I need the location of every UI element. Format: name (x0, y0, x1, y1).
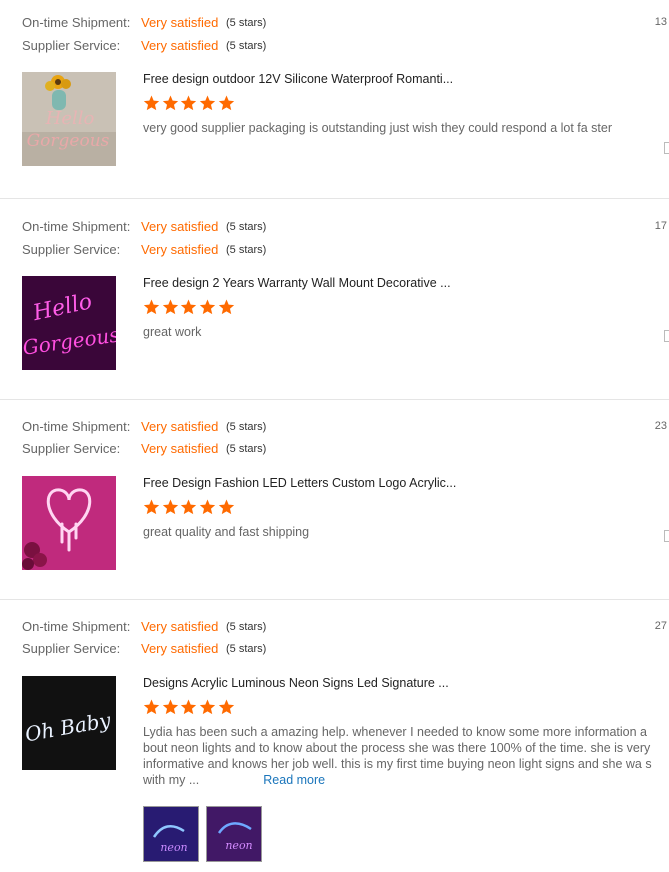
product-thumbnail[interactable] (22, 476, 116, 570)
star-icon (199, 499, 216, 515)
shipment-stars-text: (5 stars) (226, 221, 267, 233)
service-label: Supplier Service: (22, 641, 121, 656)
product-star-rating (143, 499, 236, 515)
product-title-link[interactable]: Free design 2 Years Warranty Wall Mount … (143, 276, 451, 290)
shipment-stars-text: (5 stars) (226, 421, 267, 433)
shipment-label: On-time Shipment: (22, 15, 131, 30)
read-more-link[interactable]: Read more (263, 773, 325, 787)
shipment-label: On-time Shipment: (22, 619, 131, 634)
star-icon (162, 499, 179, 515)
service-stars-text: (5 stars) (226, 40, 267, 52)
star-icon (162, 699, 179, 715)
service-label: Supplier Service: (22, 38, 121, 53)
product-thumbnail[interactable]: Hello Gorgeous (22, 276, 116, 370)
service-value: Very satisfied (141, 38, 219, 53)
shipment-value: Very satisfied (141, 419, 219, 434)
side-tab-icon[interactable] (664, 142, 669, 154)
star-icon (180, 95, 197, 111)
service-value: Very satisfied (141, 641, 219, 656)
svg-text:Hello: Hello (45, 108, 95, 129)
service-stars-text: (5 stars) (226, 443, 267, 455)
review-photo[interactable]: neon (206, 806, 262, 862)
review-date: 13 (654, 16, 667, 28)
product-star-rating (143, 95, 236, 111)
shipment-stars-text: (5 stars) (226, 621, 267, 633)
star-icon (162, 95, 179, 111)
service-label: Supplier Service: (22, 242, 121, 257)
service-stars-text: (5 stars) (226, 244, 267, 256)
product-star-rating (143, 699, 236, 715)
star-icon (162, 299, 179, 315)
review-text: great quality and fast shipping (143, 525, 310, 539)
star-icon (218, 95, 235, 111)
review-photo[interactable]: neon (143, 806, 199, 862)
star-icon (180, 499, 197, 515)
star-icon (199, 95, 216, 111)
star-icon (180, 699, 197, 715)
review-text: Lydia has been such a amazing help. when… (143, 724, 663, 788)
service-label: Supplier Service: (22, 441, 121, 456)
star-icon (143, 299, 160, 315)
review-text: great work (143, 325, 202, 339)
svg-text:neon: neon (160, 841, 187, 854)
star-icon (218, 299, 235, 315)
review-date: 17 (654, 220, 667, 232)
shipment-value: Very satisfied (141, 219, 219, 234)
review-text-content: Lydia has been such a amazing help. when… (143, 725, 652, 787)
product-thumbnail[interactable]: Hello Gorgeous (22, 72, 116, 166)
star-icon (218, 699, 235, 715)
star-icon (199, 699, 216, 715)
star-icon (143, 499, 160, 515)
shipment-label: On-time Shipment: (22, 419, 131, 434)
service-stars-text: (5 stars) (226, 643, 267, 655)
shipment-value: Very satisfied (141, 619, 219, 634)
divider (0, 198, 669, 199)
review-date: 27 (654, 620, 667, 632)
product-title-link[interactable]: Free Design Fashion LED Letters Custom L… (143, 476, 456, 490)
review-text: very good supplier packaging is outstand… (143, 121, 613, 135)
product-thumbnail[interactable]: Oh Baby (22, 676, 116, 770)
svg-text:neon: neon (225, 839, 252, 852)
side-tab-icon[interactable] (664, 530, 669, 542)
shipment-stars-text: (5 stars) (226, 17, 267, 29)
svg-text:Gorgeous: Gorgeous (27, 131, 110, 151)
service-value: Very satisfied (141, 441, 219, 456)
side-tab-icon[interactable] (664, 330, 669, 342)
divider (0, 399, 669, 400)
product-title-link[interactable]: Designs Acrylic Luminous Neon Signs Led … (143, 676, 449, 690)
shipment-value: Very satisfied (141, 15, 219, 30)
star-icon (180, 299, 197, 315)
star-icon (218, 499, 235, 515)
divider (0, 599, 669, 600)
review-date: 23 (654, 420, 667, 432)
star-icon (143, 95, 160, 111)
star-icon (143, 699, 160, 715)
service-value: Very satisfied (141, 242, 219, 257)
product-title-link[interactable]: Free design outdoor 12V Silicone Waterpr… (143, 72, 453, 86)
shipment-label: On-time Shipment: (22, 219, 131, 234)
product-star-rating (143, 299, 236, 315)
star-icon (199, 299, 216, 315)
